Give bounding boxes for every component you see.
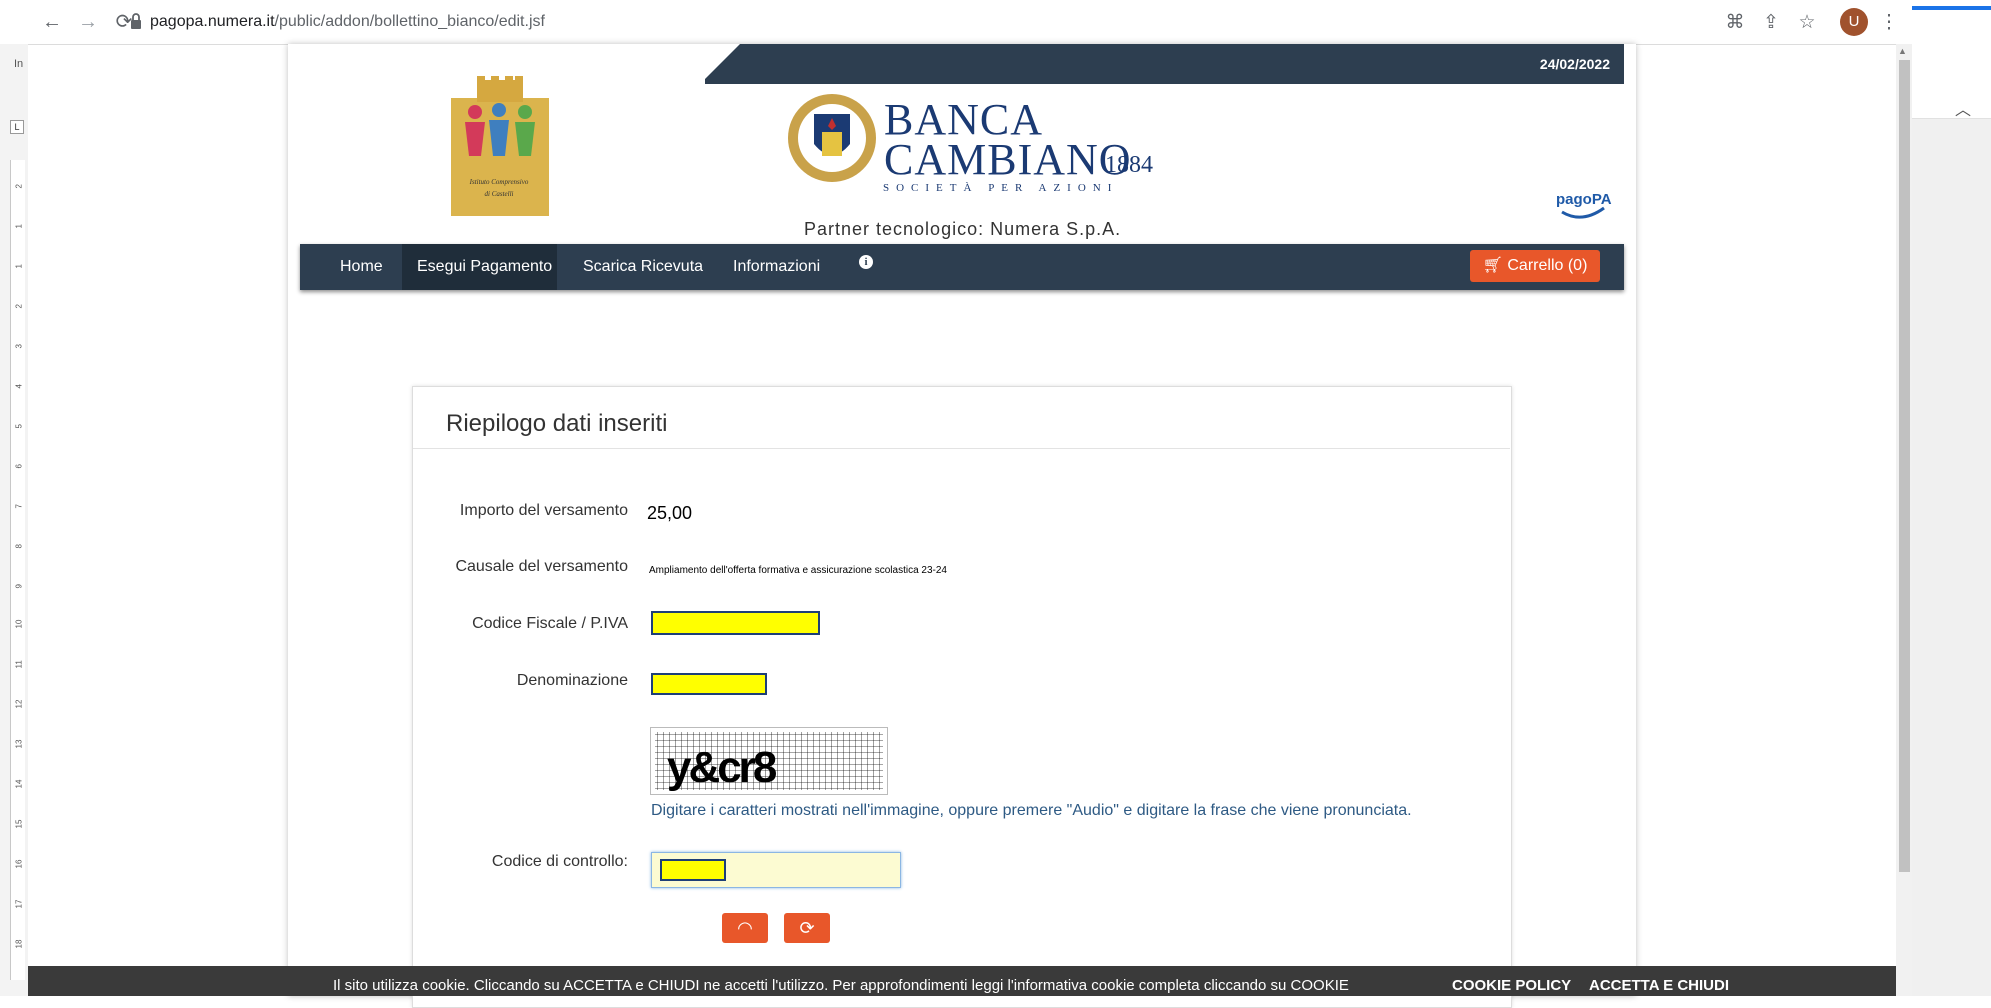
importo-label: Importo del versamento bbox=[459, 502, 628, 519]
partner-text: Partner tecnologico: Numera S.p.A. bbox=[804, 219, 1122, 239]
ruler-corner-icon[interactable]: L bbox=[10, 120, 24, 134]
ruler-mark: 10 bbox=[14, 619, 24, 629]
ruler-mark: 14 bbox=[14, 779, 24, 789]
control-code-value bbox=[660, 859, 726, 881]
ruler-mark: 8 bbox=[14, 544, 24, 549]
control-code-label: Codice di controllo: bbox=[491, 853, 628, 870]
causale-label: Causale del versamento bbox=[455, 558, 628, 575]
top-banner-diagonal bbox=[700, 44, 740, 84]
right-background-pane bbox=[1912, 10, 1991, 996]
date-label: 24/02/2022 bbox=[1539, 56, 1610, 72]
cookie-policy-link[interactable]: COOKIE POLICY bbox=[1452, 977, 1571, 994]
ruler-mark: 6 bbox=[14, 464, 24, 469]
codice-fiscale-label: Codice Fiscale / P.IVA bbox=[472, 615, 628, 632]
cart-label: Carrello (0) bbox=[1507, 257, 1588, 274]
info-icon[interactable]: i bbox=[859, 255, 873, 269]
left-strip-text: In bbox=[14, 58, 24, 70]
denominazione-label: Denominazione bbox=[516, 672, 628, 689]
lock-icon bbox=[131, 13, 141, 29]
ruler-mark: 4 bbox=[14, 384, 24, 389]
ruler-mark: 15 bbox=[14, 819, 24, 829]
url-host: pagopa.numera.it bbox=[150, 13, 275, 30]
svg-text:pagoPA: pagoPA bbox=[1556, 191, 1612, 208]
ruler-mark: 1 bbox=[14, 224, 24, 229]
bank-year: 1884 bbox=[1105, 152, 1153, 178]
cart-button[interactable]: 🛒︎ Carrello (0) bbox=[1470, 250, 1600, 282]
panel-title: Riepilogo dati inseriti bbox=[446, 410, 668, 437]
browser-toolbar: ← → ⟳ pagopa.numera.it/public/addon/boll… bbox=[0, 0, 1991, 45]
forward-icon[interactable]: → bbox=[74, 8, 102, 36]
ruler-mark: 2 bbox=[14, 304, 24, 309]
ruler-mark: 16 bbox=[14, 859, 24, 869]
nav-informazioni[interactable]: Informazioni bbox=[733, 244, 820, 290]
ruler-mark: 12 bbox=[14, 699, 24, 709]
collapse-ribbon-icon[interactable]: ︿ bbox=[1955, 96, 1971, 120]
ruler-mark: 11 bbox=[14, 660, 24, 669]
ruler-mark: 17 bbox=[14, 899, 24, 909]
ruler-mark: 1 bbox=[14, 264, 24, 269]
scroll-up-icon[interactable]: ▲ bbox=[1898, 46, 1907, 56]
url-path: /public/addon/bollettino_bianco/edit.jsf bbox=[274, 13, 545, 30]
refresh-icon: ⟳ bbox=[799, 918, 815, 938]
captcha-hint: Digitare i caratteri mostrati nell'immag… bbox=[651, 802, 1412, 819]
ruler-mark: 3 bbox=[14, 344, 24, 349]
kebab-menu-icon[interactable]: ⋮ bbox=[1876, 10, 1902, 36]
causale-value: Ampliamento dell'offerta formativa e ass… bbox=[649, 565, 947, 576]
summary-panel bbox=[412, 386, 1512, 1008]
audio-button[interactable]: ◠ bbox=[722, 913, 768, 943]
address-bar[interactable]: pagopa.numera.it/public/addon/bollettino… bbox=[150, 11, 545, 33]
school-logo[interactable]: Istituto Comprensivo di Castelli bbox=[447, 74, 552, 216]
avatar[interactable]: U bbox=[1840, 8, 1868, 36]
star-icon[interactable]: ☆ bbox=[1794, 10, 1820, 36]
cart-icon: 🛒︎ bbox=[1482, 257, 1508, 274]
bank-subtitle: SOCIETÀ PER AZIONI bbox=[883, 182, 1119, 194]
nav-scarica-ricevuta[interactable]: Scarica Ricevuta bbox=[583, 244, 703, 290]
denominazione-value bbox=[651, 673, 767, 695]
ruler-mark: 18 bbox=[14, 939, 24, 949]
ruler-mark: 5 bbox=[14, 424, 24, 429]
right-ribbon-area bbox=[1912, 10, 1991, 119]
ruler-mark: 7 bbox=[14, 504, 24, 509]
nav-home[interactable]: Home bbox=[340, 244, 383, 290]
ruler-mark: 2 bbox=[14, 184, 24, 189]
cookie-accept-button[interactable]: ACCETTA E CHIUDI bbox=[1589, 977, 1729, 994]
refresh-captcha-button[interactable]: ⟳ bbox=[784, 913, 830, 943]
cookie-text: Il sito utilizza cookie. Cliccando su AC… bbox=[333, 977, 1349, 994]
vertical-ruler: 2 1 1 2 3 4 5 6 7 8 9 10 11 12 13 14 15 16 17 18 bbox=[10, 160, 25, 980]
bank-crest-logo bbox=[788, 94, 876, 182]
svg-text:di Castelli: di Castelli bbox=[485, 190, 514, 198]
codice-fiscale-value bbox=[651, 611, 820, 635]
importo-value: 25,00 bbox=[647, 503, 693, 523]
ruler-mark: 9 bbox=[14, 584, 24, 589]
panel-divider bbox=[413, 448, 1510, 449]
ruler-mark: 13 bbox=[14, 739, 24, 749]
headphones-icon: ◠ bbox=[737, 918, 753, 938]
share-icon[interactable]: ⇪ bbox=[1758, 10, 1784, 36]
captcha-image: y&cr8 bbox=[650, 727, 888, 795]
scrollbar-thumb[interactable] bbox=[1899, 60, 1910, 872]
svg-text:Istituto Comprensivo: Istituto Comprensivo bbox=[469, 178, 529, 186]
nav-esegui-pagamento[interactable]: Esegui Pagamento bbox=[417, 244, 552, 290]
captcha-text: y&cr8 bbox=[667, 743, 777, 792]
translate-icon[interactable]: ⌘ bbox=[1722, 10, 1748, 36]
pagopa-logo: pagoPA bbox=[1556, 191, 1612, 219]
bank-name-line2: CAMBIANO bbox=[884, 135, 1132, 184]
back-icon[interactable]: ← bbox=[38, 8, 66, 36]
